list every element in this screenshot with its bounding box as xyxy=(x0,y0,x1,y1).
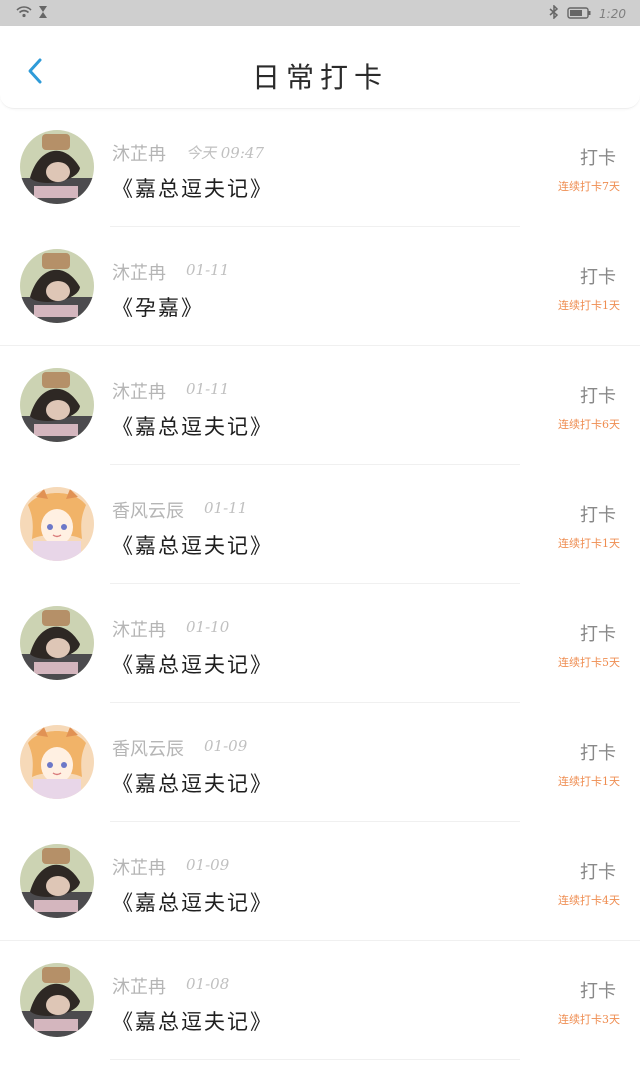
checkin-button[interactable]: 打卡 xyxy=(580,144,616,170)
checkin-button[interactable]: 打卡 xyxy=(580,501,616,527)
book-title[interactable]: 《嘉总逗夫记》 xyxy=(112,887,273,917)
avatar-anime-girl[interactable] xyxy=(20,487,94,561)
checkin-button[interactable]: 打卡 xyxy=(580,977,616,1003)
book-title[interactable]: 《嘉总逗夫记》 xyxy=(112,768,273,798)
user-name[interactable]: 香风云辰 xyxy=(112,735,184,761)
checkin-list-item[interactable]: 沐芷冉 01-09 《嘉总逗夫记》 打卡连续打卡4天 xyxy=(0,822,640,940)
item-time: 今天 09:47 xyxy=(186,144,264,162)
item-time: 01-10 xyxy=(186,618,230,636)
book-title[interactable]: 《嘉总逗夫记》 xyxy=(112,1006,273,1036)
book-title[interactable]: 《嘉总逗夫记》 xyxy=(112,411,273,441)
item-meta: 沐芷冉 01-11 xyxy=(112,378,229,404)
user-name[interactable]: 沐芷冉 xyxy=(112,616,166,642)
item-meta: 香风云辰 01-11 xyxy=(112,497,247,523)
checkin-button[interactable]: 打卡 xyxy=(580,382,616,408)
book-title[interactable]: 《嘉总逗夫记》 xyxy=(112,530,273,560)
item-meta: 沐芷冉 01-10 xyxy=(112,616,229,642)
user-name[interactable]: 沐芷冉 xyxy=(112,378,166,404)
avatar-photo-girl[interactable] xyxy=(20,844,94,918)
bluetooth-icon xyxy=(549,4,559,23)
user-name[interactable]: 沐芷冉 xyxy=(112,854,166,880)
avatar-photo-girl[interactable] xyxy=(20,963,94,1037)
checkin-list-item[interactable]: 沐芷冉 今天 09:47 《嘉总逗夫记》 打卡连续打卡7天 xyxy=(0,108,640,226)
status-left xyxy=(16,4,48,23)
checkin-button[interactable]: 打卡 xyxy=(580,620,616,646)
status-time: 1:20 xyxy=(599,6,626,21)
book-title[interactable]: 《嘉总逗夫记》 xyxy=(112,173,273,203)
item-meta: 沐芷冉 01-08 xyxy=(112,973,229,999)
item-meta: 香风云辰 01-09 xyxy=(112,735,247,761)
item-time: 01-11 xyxy=(186,261,230,279)
avatar-photo-girl[interactable] xyxy=(20,249,94,323)
avatar-photo-girl[interactable] xyxy=(20,606,94,680)
streak-badge: 连续打卡5天 xyxy=(558,656,620,669)
status-right: 1:20 xyxy=(549,4,626,23)
streak-badge: 连续打卡3天 xyxy=(558,1013,620,1026)
page-title: 日常打卡 xyxy=(251,61,388,94)
checkin-list-item[interactable]: 沐芷冉 01-11 《孕嘉》 打卡连续打卡1天 xyxy=(0,227,640,345)
wifi-icon xyxy=(16,4,32,23)
streak-badge: 连续打卡6天 xyxy=(558,418,620,431)
avatar-photo-girl[interactable] xyxy=(20,130,94,204)
hourglass-icon xyxy=(38,4,48,23)
streak-badge: 连续打卡1天 xyxy=(558,775,620,788)
item-time: 01-09 xyxy=(186,856,230,874)
streak-badge: 连续打卡4天 xyxy=(558,894,620,907)
user-name[interactable]: 沐芷冉 xyxy=(112,140,166,166)
checkin-button[interactable]: 打卡 xyxy=(580,739,616,765)
checkin-button[interactable]: 打卡 xyxy=(580,263,616,289)
item-meta: 沐芷冉 01-11 xyxy=(112,259,229,285)
checkin-list-item[interactable]: 沐芷冉 01-11 《嘉总逗夫记》 打卡连续打卡6天 xyxy=(0,346,640,464)
avatar-photo-girl[interactable] xyxy=(20,368,94,442)
book-title[interactable]: 《孕嘉》 xyxy=(112,292,204,322)
book-title[interactable]: 《嘉总逗夫记》 xyxy=(112,649,273,679)
battery-icon xyxy=(567,4,591,23)
item-meta: 沐芷冉 01-09 xyxy=(112,854,229,880)
checkin-list-item[interactable]: 香风云辰 01-11 《嘉总逗夫记》 打卡连续打卡1天 xyxy=(0,465,640,583)
status-bar: 1:20 xyxy=(0,0,640,26)
streak-badge: 连续打卡7天 xyxy=(558,180,620,193)
item-time: 01-08 xyxy=(186,975,230,993)
streak-badge: 连续打卡1天 xyxy=(558,299,620,312)
checkin-button[interactable]: 打卡 xyxy=(580,858,616,884)
user-name[interactable]: 沐芷冉 xyxy=(112,259,166,285)
avatar-anime-girl[interactable] xyxy=(20,725,94,799)
checkin-list-item[interactable]: 沐芷冉 01-08 《嘉总逗夫记》 打卡连续打卡3天 xyxy=(0,941,640,1059)
user-name[interactable]: 沐芷冉 xyxy=(112,973,166,999)
user-name[interactable]: 香风云辰 xyxy=(112,497,184,523)
item-meta: 沐芷冉 今天 09:47 xyxy=(112,140,264,166)
checkin-list-item[interactable]: 香风云辰 01-09 《嘉总逗夫记》 打卡连续打卡1天 xyxy=(0,703,640,821)
row-divider xyxy=(110,1059,520,1060)
page-header: 日常打卡 xyxy=(0,26,640,109)
item-time: 01-09 xyxy=(204,737,248,755)
streak-badge: 连续打卡1天 xyxy=(558,537,620,550)
item-time: 01-11 xyxy=(186,380,230,398)
checkin-list-item[interactable]: 沐芷冉 01-10 《嘉总逗夫记》 打卡连续打卡5天 xyxy=(0,584,640,702)
item-time: 01-11 xyxy=(204,499,248,517)
